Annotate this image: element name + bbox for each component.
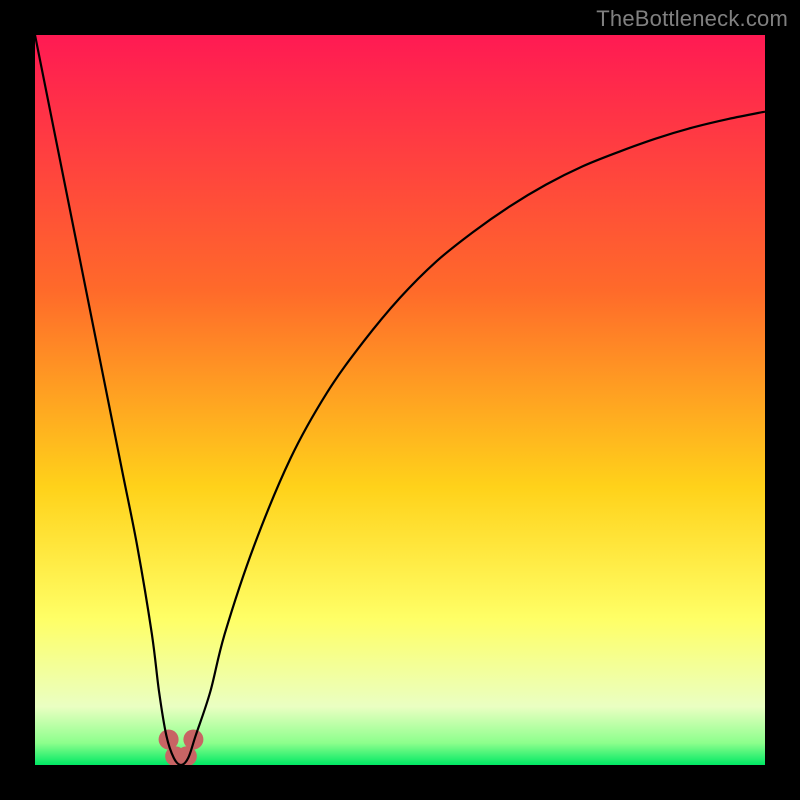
curve-layer	[35, 35, 765, 765]
chart-frame: TheBottleneck.com	[0, 0, 800, 800]
watermark-text: TheBottleneck.com	[596, 6, 788, 32]
bottleneck-curve	[35, 35, 765, 765]
plot-area	[35, 35, 765, 765]
